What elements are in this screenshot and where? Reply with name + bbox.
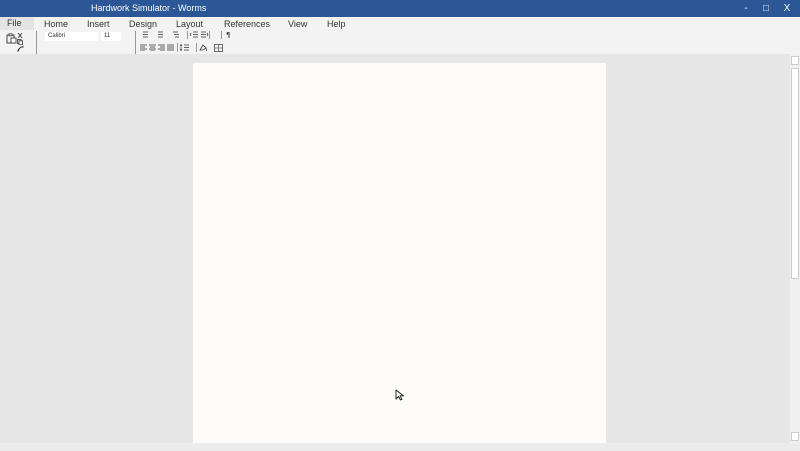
tab-help[interactable]: Help bbox=[327, 19, 346, 30]
title-bar: Hardwork Simulator - Worms - □ X bbox=[0, 0, 800, 17]
scroll-down-button[interactable] bbox=[791, 432, 799, 441]
ribbon-divider bbox=[221, 31, 222, 39]
ribbon-divider bbox=[209, 31, 210, 39]
line-spacing-icon[interactable] bbox=[180, 44, 189, 51]
menu-bar: File Home Insert Design Layout Reference… bbox=[0, 17, 800, 30]
tab-references[interactable]: References bbox=[224, 19, 270, 30]
horizontal-scrollbar[interactable] bbox=[0, 443, 800, 451]
tab-design[interactable]: Design bbox=[129, 19, 157, 30]
scroll-up-button[interactable] bbox=[791, 56, 799, 65]
increase-indent-icon[interactable] bbox=[200, 31, 209, 38]
document-workspace bbox=[0, 54, 790, 443]
scrollbar-thumb[interactable] bbox=[791, 68, 799, 279]
ribbon-divider bbox=[135, 31, 136, 54]
bullet-list-icon[interactable] bbox=[141, 31, 149, 38]
font-name-input[interactable]: Calibri bbox=[45, 32, 98, 41]
window-title: Hardwork Simulator - Worms bbox=[91, 3, 207, 13]
numbered-list-icon[interactable] bbox=[156, 31, 164, 38]
align-center-icon[interactable] bbox=[149, 44, 156, 51]
borders-icon[interactable] bbox=[214, 44, 223, 52]
ribbon-divider bbox=[36, 31, 37, 54]
show-formatting-icon[interactable]: ¶ bbox=[226, 31, 230, 39]
close-button[interactable]: X bbox=[780, 2, 794, 15]
tab-layout[interactable]: Layout bbox=[176, 19, 203, 30]
justify-icon[interactable] bbox=[167, 44, 174, 51]
ribbon-divider bbox=[196, 43, 197, 52]
tab-file[interactable]: File bbox=[0, 17, 34, 30]
tab-insert[interactable]: Insert bbox=[87, 19, 110, 30]
vertical-scrollbar[interactable] bbox=[790, 54, 800, 443]
tab-view[interactable]: View bbox=[288, 19, 307, 30]
multilevel-list-icon[interactable] bbox=[172, 31, 180, 38]
ribbon-divider bbox=[187, 31, 188, 39]
shading-icon[interactable] bbox=[199, 43, 208, 52]
document-page[interactable] bbox=[193, 63, 606, 443]
maximize-button[interactable]: □ bbox=[759, 2, 773, 15]
ribbon: Calibri 11 ¶ bbox=[0, 30, 800, 54]
decrease-indent-icon[interactable] bbox=[190, 31, 199, 38]
format-painter-icon[interactable] bbox=[17, 45, 24, 52]
tab-home[interactable]: Home bbox=[44, 19, 68, 30]
align-left-icon[interactable] bbox=[140, 44, 147, 51]
paste-icon[interactable] bbox=[6, 33, 17, 44]
mouse-cursor-icon bbox=[395, 389, 404, 401]
minimize-button[interactable]: - bbox=[739, 2, 753, 15]
align-right-icon[interactable] bbox=[158, 44, 165, 51]
ribbon-divider bbox=[177, 43, 178, 52]
font-size-input[interactable]: 11 bbox=[101, 32, 121, 41]
